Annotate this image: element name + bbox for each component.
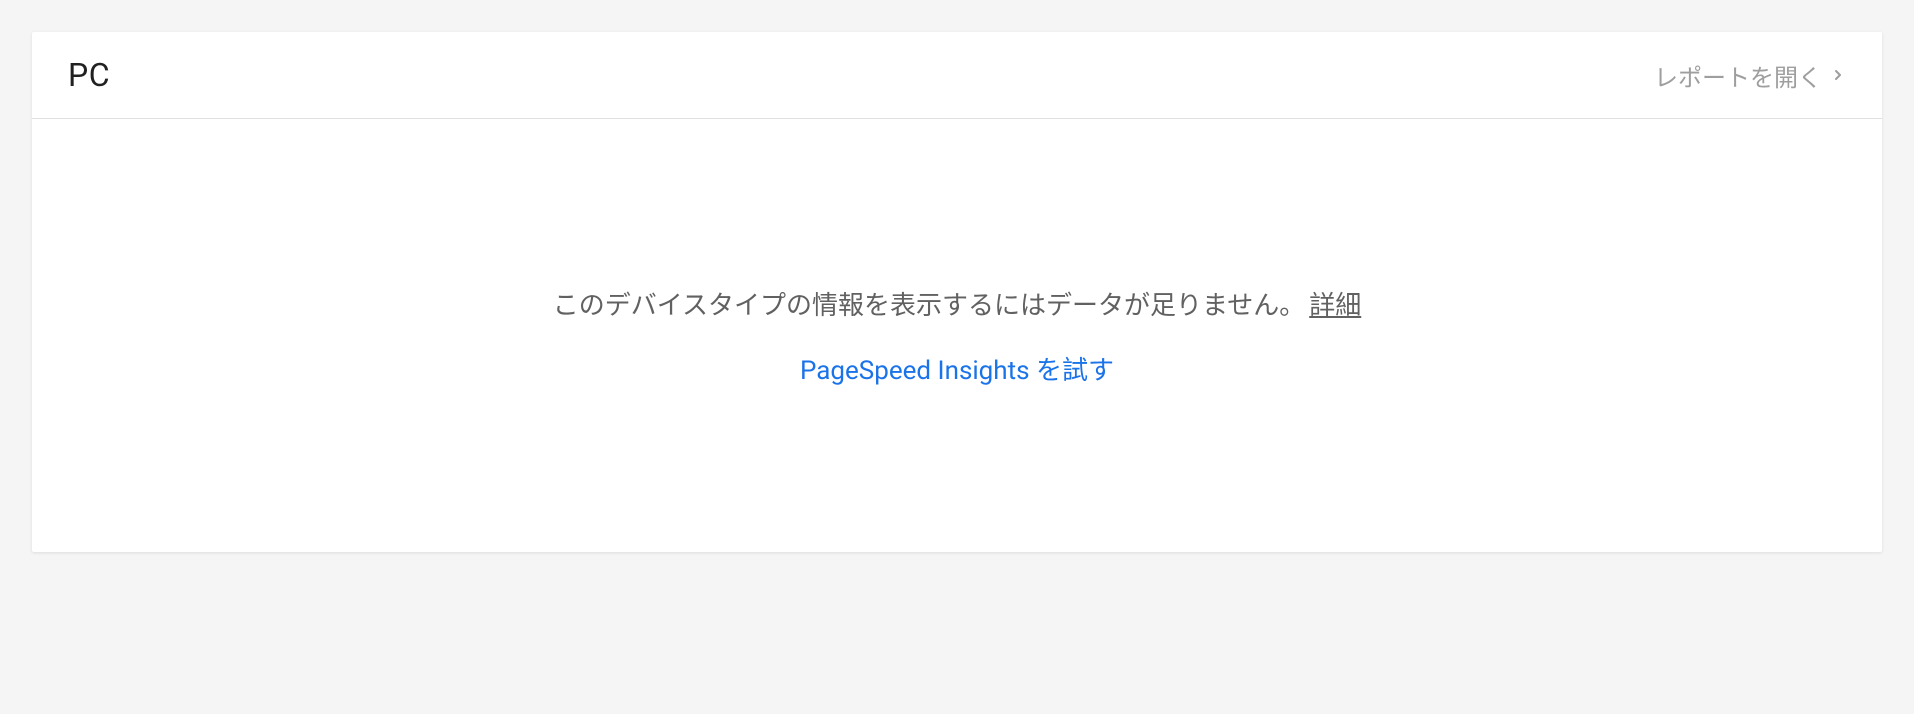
- insufficient-data-message: このデバイスタイプの情報を表示するにはデータが足りません。: [553, 285, 1305, 322]
- card-body: このデバイスタイプの情報を表示するにはデータが足りません。 詳細 PageSpe…: [32, 119, 1882, 552]
- details-link[interactable]: 詳細: [1309, 285, 1361, 322]
- chevron-right-icon: [1830, 67, 1846, 83]
- card-header: PC レポートを開く: [32, 32, 1882, 119]
- card-title: PC: [68, 56, 110, 94]
- open-report-label: レポートを開く: [1654, 58, 1822, 93]
- open-report-link[interactable]: レポートを開く: [1654, 58, 1846, 93]
- device-card: PC レポートを開く このデバイスタイプの情報を表示するにはデータが足りません。…: [32, 32, 1882, 552]
- pagespeed-insights-link[interactable]: PageSpeed Insights を試す: [800, 350, 1114, 387]
- insufficient-data-row: このデバイスタイプの情報を表示するにはデータが足りません。 詳細: [553, 285, 1361, 322]
